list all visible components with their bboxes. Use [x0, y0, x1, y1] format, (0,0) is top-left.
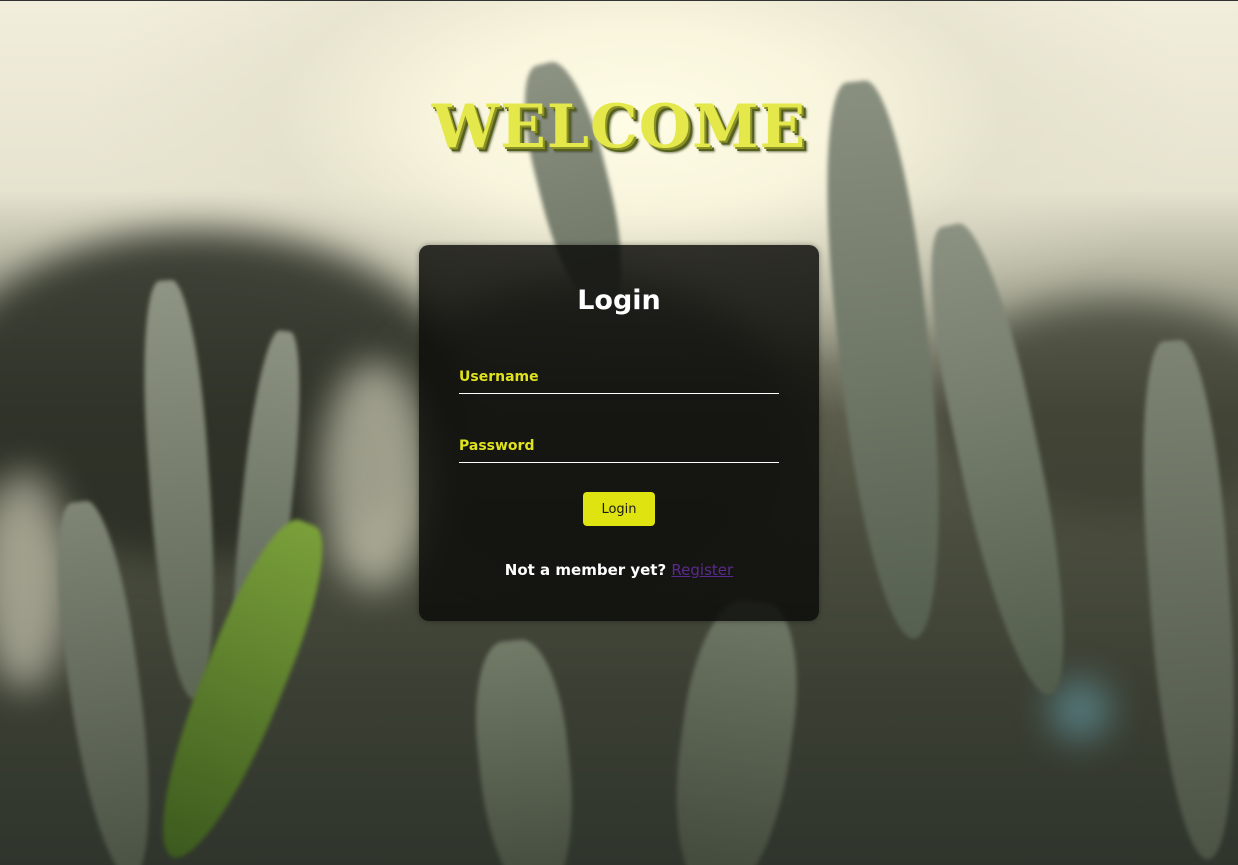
top-border [0, 0, 1238, 1]
register-link[interactable]: Register [671, 561, 733, 579]
login-card: Login Username Password Login Not a memb… [419, 245, 819, 621]
password-input[interactable] [459, 430, 779, 462]
welcome-heading: WELCOME [431, 92, 807, 162]
register-prompt-text: Not a member yet? [504, 561, 667, 579]
login-title: Login [577, 285, 661, 316]
username-field[interactable]: Username [459, 361, 779, 394]
register-prompt-row: Not a member yet? Register [419, 561, 819, 579]
password-field[interactable]: Password [459, 430, 779, 463]
login-button[interactable]: Login [583, 492, 655, 526]
username-input[interactable] [459, 361, 779, 393]
